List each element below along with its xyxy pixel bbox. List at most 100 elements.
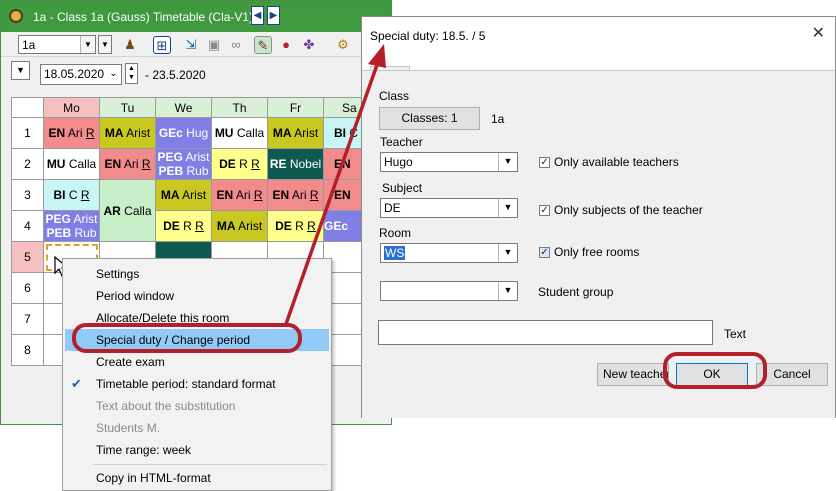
lesson-cell[interactable]: PEG Arist PEB Rub bbox=[155, 148, 212, 180]
lesson-teacher: R bbox=[295, 219, 304, 233]
dialog-titlebar[interactable]: Special duty: 18.5. / 5 ✕ bbox=[362, 17, 835, 53]
puzzle-icon[interactable]: ✤ bbox=[300, 36, 318, 54]
menu-item-time-range[interactable]: Time range: week bbox=[65, 439, 329, 461]
lesson-room: R bbox=[251, 157, 260, 171]
lesson-cell[interactable]: AR Calla bbox=[99, 179, 156, 242]
lesson-cell[interactable]: MU Calla bbox=[43, 148, 100, 180]
lesson-teacher: Ari bbox=[123, 157, 139, 171]
new-teacher-button[interactable]: New teacher bbox=[597, 363, 669, 386]
menu-item-period-window[interactable]: Period window bbox=[65, 285, 329, 307]
lesson-subject: EN bbox=[48, 126, 66, 140]
lesson-subject: MA bbox=[216, 219, 236, 233]
lesson-cell[interactable]: DE R R bbox=[267, 210, 324, 242]
timetable-titlebar[interactable]: 1a - Class 1a (Gauss) Timetable (Cla-V1)… bbox=[1, 1, 391, 32]
chevron-down-icon: ▼ bbox=[80, 36, 95, 53]
lesson-cell[interactable]: PEG Arist PEB Rub bbox=[43, 210, 100, 242]
menu-item-create-exam[interactable]: Create exam bbox=[65, 351, 329, 373]
teacher-select[interactable]: Hugo ▼ bbox=[380, 152, 518, 172]
lesson-cell[interactable]: EN Ari R bbox=[99, 148, 156, 180]
lesson-cell[interactable]: BI C bbox=[323, 117, 364, 149]
lesson-teacher: Rub bbox=[74, 226, 97, 240]
menu-item-standard-format[interactable]: ✔ Timetable period: standard format bbox=[65, 373, 329, 395]
grid-icon[interactable]: ⊞ bbox=[153, 36, 171, 54]
lesson-cell[interactable]: MA Arist bbox=[211, 210, 268, 242]
lesson-cell[interactable]: EN Ari R bbox=[267, 179, 324, 211]
grid-corner bbox=[11, 97, 44, 118]
day-header[interactable]: Sa bbox=[323, 97, 364, 118]
day-header[interactable]: Fr bbox=[267, 97, 324, 118]
only-subjects-of-teacher-checkbox[interactable]: ✓ bbox=[539, 205, 550, 216]
date-from-picker[interactable]: 18.05.2020 ⌄ bbox=[40, 64, 122, 85]
context-menu: Settings Period window Allocate/Delete t… bbox=[62, 258, 332, 491]
day-header[interactable]: Tu bbox=[99, 97, 156, 118]
lock-icon[interactable]: ▣ bbox=[205, 36, 223, 54]
previous-class-button[interactable]: ◀ bbox=[251, 6, 264, 25]
menu-item-copy-html[interactable]: Copy in HTML-format bbox=[65, 467, 329, 489]
lesson-subject: EN bbox=[334, 157, 351, 171]
lesson-cell[interactable]: BI C R bbox=[43, 179, 100, 211]
chevron-down-icon: ⌄ bbox=[106, 65, 121, 84]
lesson-cell[interactable]: EN bbox=[323, 148, 364, 180]
highlight-ring bbox=[663, 352, 767, 389]
lesson-teacher: Calla bbox=[236, 126, 265, 140]
lesson-cell[interactable]: EN bbox=[323, 179, 364, 211]
link-icon[interactable]: ∞ bbox=[227, 36, 245, 54]
date-spinner[interactable]: ▲ ▼ bbox=[125, 63, 138, 84]
close-icon[interactable]: ✕ bbox=[812, 25, 825, 43]
only-free-rooms-checkbox[interactable]: ✓ bbox=[539, 247, 550, 258]
date-to-label: - 23.5.2020 bbox=[145, 68, 206, 82]
brush-icon[interactable]: ✎ bbox=[254, 36, 272, 54]
lesson-cell[interactable]: GEc Hug bbox=[155, 117, 212, 149]
lesson-cell[interactable]: MA Arist bbox=[155, 179, 212, 211]
lesson-teacher: Arist bbox=[294, 126, 319, 140]
student-group-label: Student group bbox=[538, 285, 614, 299]
people-icon[interactable]: ♟ bbox=[121, 36, 139, 54]
lesson-subject: EN bbox=[272, 188, 290, 202]
lesson-cell[interactable]: EN Ari R bbox=[211, 179, 268, 211]
menu-item-students: Students M. bbox=[65, 417, 329, 439]
day-header[interactable]: Th bbox=[211, 97, 268, 118]
subject-select[interactable]: DE ▼ bbox=[380, 198, 518, 218]
lesson-teacher: Arist bbox=[238, 219, 263, 233]
lesson-subject: MA bbox=[104, 126, 124, 140]
lesson-cell[interactable]: MA Arist bbox=[99, 117, 156, 149]
lesson-cell[interactable]: MU Calla bbox=[211, 117, 268, 149]
only-subjects-of-teacher-label: Only subjects of the teacher bbox=[554, 203, 703, 217]
next-class-button[interactable]: ▶ bbox=[267, 6, 280, 25]
lesson-teacher: Arist bbox=[73, 212, 98, 226]
lesson-teacher: Hug bbox=[186, 126, 209, 140]
lesson-cell[interactable]: DE R R bbox=[211, 148, 268, 180]
export-icon[interactable]: ⇲ bbox=[182, 36, 200, 54]
lesson-cell[interactable]: MA Arist bbox=[267, 117, 324, 149]
student-group-select[interactable]: ▼ bbox=[380, 281, 518, 301]
class-select[interactable]: 1a ▼ bbox=[18, 35, 96, 54]
timetable-title: 1a - Class 1a (Gauss) Timetable (Cla-V1) bbox=[33, 10, 254, 24]
lesson-subject: GEc bbox=[158, 126, 183, 140]
text-input[interactable] bbox=[378, 320, 713, 345]
day-header[interactable]: Mo bbox=[43, 97, 100, 118]
lesson-cell[interactable]: DE R R bbox=[155, 210, 212, 242]
settings-icon[interactable]: ⚙ bbox=[334, 36, 352, 54]
class-list-button[interactable]: ▼ bbox=[98, 35, 112, 54]
day-header[interactable]: We bbox=[155, 97, 212, 118]
lesson-teacher: Calla bbox=[124, 203, 152, 218]
chevron-down-icon[interactable]: ▼ bbox=[11, 61, 30, 80]
pin-icon[interactable]: ● bbox=[277, 36, 295, 54]
menu-separator bbox=[93, 464, 327, 465]
room-label: Room bbox=[379, 226, 412, 240]
only-available-teachers-checkbox[interactable]: ✓ bbox=[539, 157, 550, 168]
lesson-cell[interactable]: EN Ari R bbox=[43, 117, 100, 149]
cancel-button-label: Cancel bbox=[773, 367, 811, 381]
period-header: 4 bbox=[11, 210, 44, 242]
lesson-cell[interactable]: GEc bbox=[323, 210, 364, 242]
lesson-cell[interactable]: RE Nobel bbox=[267, 148, 324, 180]
period-header: 3 bbox=[11, 179, 44, 211]
teacher-label: Teacher bbox=[380, 135, 423, 149]
lesson-teacher: Ari bbox=[67, 126, 83, 140]
lesson-room: R bbox=[253, 188, 263, 202]
lesson-subject: MU bbox=[46, 157, 66, 171]
lesson-teacher: Arist bbox=[126, 126, 151, 140]
classes-button[interactable]: Classes: 1 bbox=[379, 107, 480, 130]
menu-item-settings[interactable]: Settings bbox=[65, 263, 329, 285]
room-select[interactable]: WS ▼ bbox=[380, 243, 518, 263]
